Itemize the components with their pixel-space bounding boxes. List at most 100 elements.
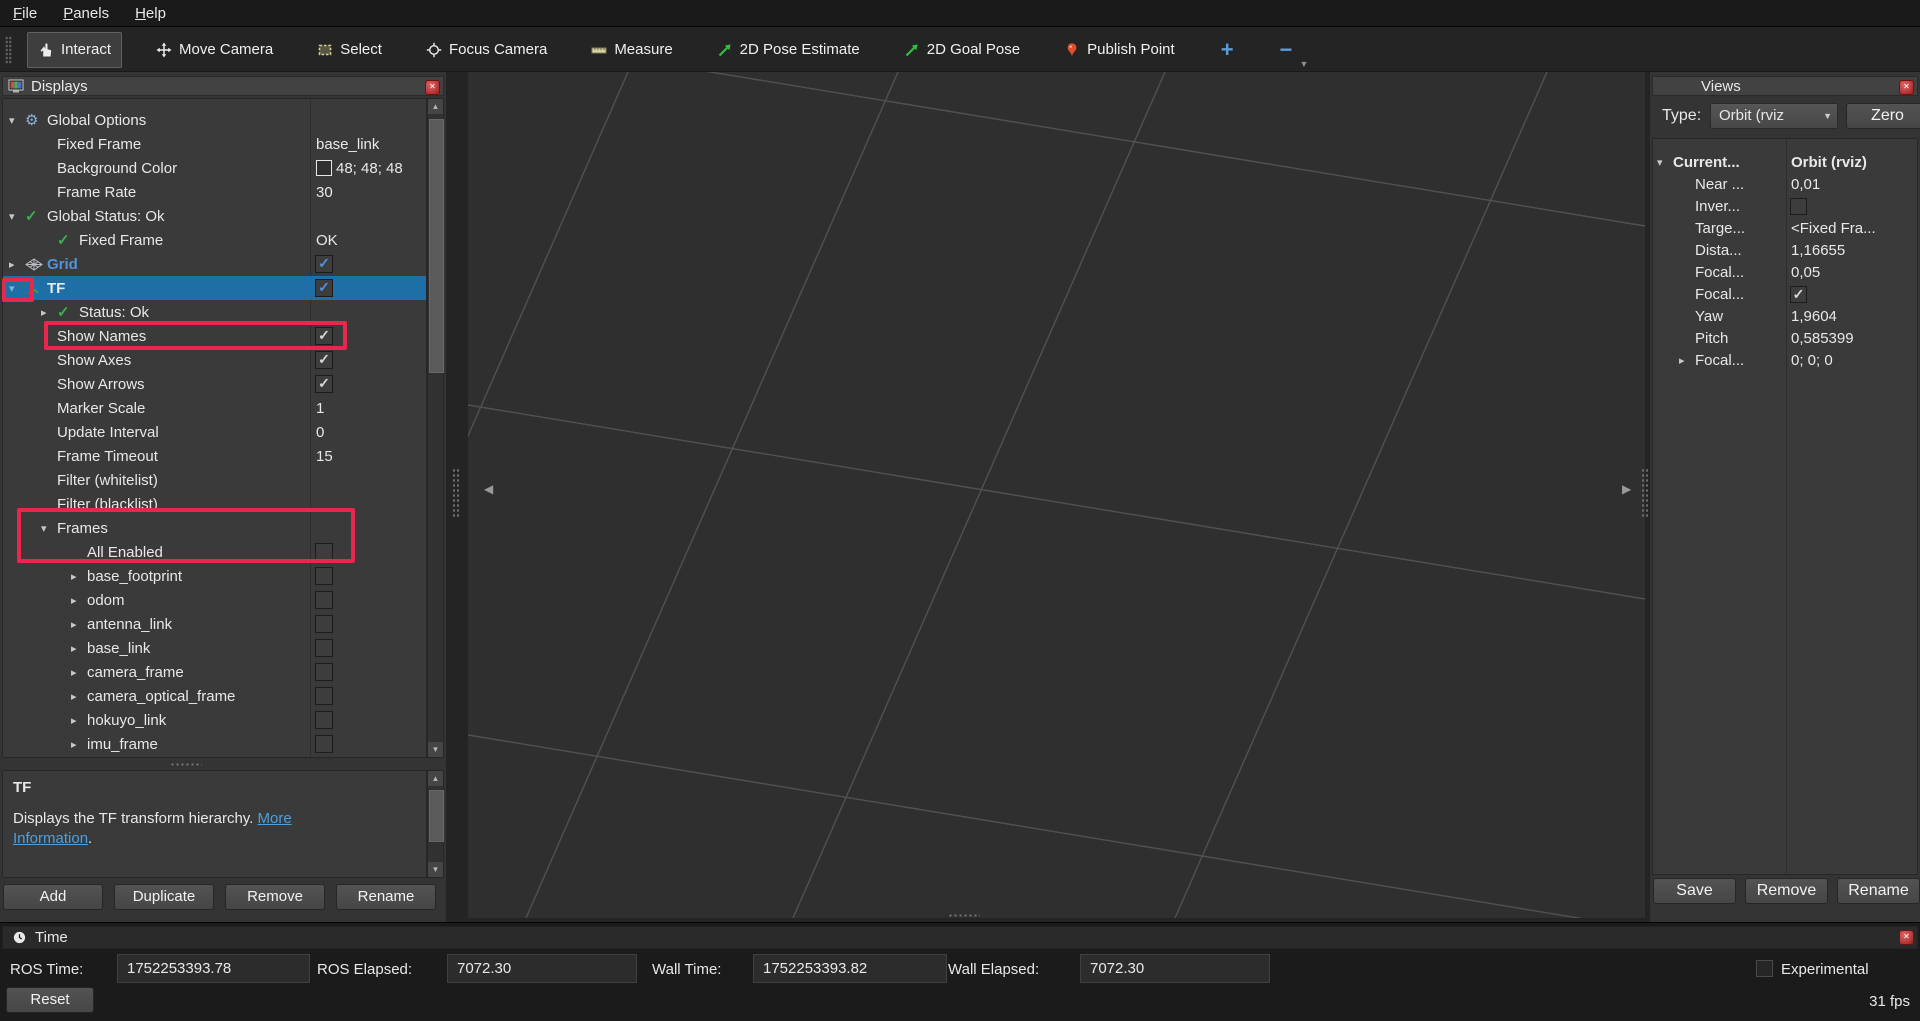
tool-2d-goal-pose[interactable]: 2D Goal Pose (894, 33, 1030, 67)
splitter-handle-bottom[interactable] (948, 913, 980, 918)
expand-arrow-icon[interactable]: ▸ (71, 642, 87, 655)
checkbox[interactable] (315, 711, 333, 729)
tool-publish-point[interactable]: Publish Point (1054, 33, 1185, 67)
rename-button[interactable]: Rename (336, 884, 436, 910)
view-property-yaw[interactable]: Yaw1,9604 (1653, 305, 1917, 327)
view-type-dropdown[interactable]: Orbit (rviz ▼ (1710, 103, 1838, 129)
display-row-base-footprint[interactable]: ▸base_footprint (3, 564, 426, 588)
reset-button[interactable]: Reset (6, 987, 94, 1013)
tool-interact[interactable]: Interact (27, 32, 122, 68)
tool-focus-camera[interactable]: Focus Camera (416, 33, 557, 67)
display-row-show-axes[interactable]: Show Axes (3, 348, 426, 372)
property-value[interactable]: 0,01 (1791, 176, 1917, 193)
expand-arrow-icon[interactable]: ▸ (71, 594, 87, 607)
display-row-odom[interactable]: ▸odom (3, 588, 426, 612)
display-row-base-link[interactable]: ▸base_link (3, 636, 426, 660)
view-property-targe[interactable]: Targe...<Fixed Fra... (1653, 217, 1917, 239)
wall-elapsed-value[interactable]: 7072.30 (1080, 954, 1270, 983)
collapse-right-icon[interactable] (1622, 482, 1631, 496)
scrollbar-thumb[interactable] (429, 790, 444, 842)
display-row-global-status-ok[interactable]: ▾✓Global Status: Ok (3, 204, 426, 228)
checkbox[interactable] (315, 567, 333, 585)
property-value[interactable]: Orbit (rviz) (1791, 154, 1917, 171)
splitter-handle-left[interactable] (452, 468, 460, 518)
checkbox[interactable] (1790, 198, 1807, 215)
menu-file[interactable]: File (13, 5, 37, 22)
expand-arrow-icon[interactable]: ▸ (71, 690, 87, 703)
property-value[interactable]: <Fixed Fra... (1791, 220, 1917, 237)
scroll-up-icon[interactable] (428, 771, 443, 786)
checkbox[interactable] (315, 591, 333, 609)
display-row-update-interval[interactable]: Update Interval0 (3, 420, 426, 444)
scrollbar-thumb[interactable] (429, 119, 444, 373)
display-row-tf[interactable]: ▾TF (3, 276, 426, 300)
tool-measure[interactable]: Measure (581, 33, 682, 67)
checkbox[interactable] (315, 663, 333, 681)
expand-arrow-icon[interactable]: ▸ (71, 714, 87, 727)
zero-button[interactable]: Zero (1846, 103, 1920, 129)
add-tool-button[interactable]: + (1221, 37, 1234, 63)
toolbar-drag-handle[interactable] (5, 36, 12, 64)
property-value[interactable]: 1 (316, 400, 424, 417)
checkbox[interactable] (315, 375, 333, 393)
panel-resize-handle[interactable] (170, 762, 202, 767)
expand-arrow-icon[interactable]: ▾ (1657, 156, 1673, 169)
view-property-focal[interactable]: Focal... (1653, 283, 1917, 305)
display-row-filter-whitelist[interactable]: Filter (whitelist) (3, 468, 426, 492)
property-value[interactable]: 30 (316, 184, 424, 201)
property-value[interactable]: base_link (316, 136, 424, 153)
display-row-background-color[interactable]: Background Color48; 48; 48 (3, 156, 426, 180)
ros-time-value[interactable]: 1752253393.78 (117, 954, 310, 983)
property-value[interactable]: OK (316, 232, 424, 249)
display-row-fixed-frame[interactable]: Fixed Framebase_link (3, 132, 426, 156)
display-row-frame-rate[interactable]: Frame Rate30 (3, 180, 426, 204)
ros-elapsed-value[interactable]: 7072.30 (447, 954, 637, 983)
property-value[interactable]: 48; 48; 48 (316, 160, 424, 177)
checkbox[interactable] (1790, 286, 1807, 303)
views-rename-button[interactable]: Rename (1837, 878, 1920, 904)
expand-arrow-icon[interactable]: ▸ (71, 618, 87, 631)
close-icon[interactable] (1899, 930, 1914, 945)
display-row-imu-frame[interactable]: ▸imu_frame (3, 732, 426, 756)
remove-tool-button[interactable]: − ▼ (1280, 37, 1293, 63)
scroll-down-icon[interactable] (428, 742, 443, 757)
displays-tree-scrollbar[interactable] (427, 98, 444, 758)
wall-time-value[interactable]: 1752253393.82 (753, 954, 947, 983)
close-icon[interactable] (425, 80, 440, 95)
view-property-focal[interactable]: ▸Focal...0; 0; 0 (1653, 349, 1917, 371)
3d-viewport[interactable] (468, 72, 1645, 918)
scroll-down-icon[interactable] (428, 862, 443, 877)
collapse-left-icon[interactable] (484, 482, 493, 496)
display-row-frame-timeout[interactable]: Frame Timeout15 (3, 444, 426, 468)
add-button[interactable]: Add (3, 884, 103, 910)
property-value[interactable]: 15 (316, 448, 424, 465)
property-value[interactable]: 0,585399 (1791, 330, 1917, 347)
tool-select[interactable]: Select (307, 33, 392, 67)
display-row-marker-scale[interactable]: Marker Scale1 (3, 396, 426, 420)
tool-2d-pose-estimate[interactable]: 2D Pose Estimate (707, 33, 870, 67)
property-value[interactable]: 0; 0; 0 (1791, 352, 1917, 369)
property-value[interactable]: 0 (316, 424, 424, 441)
checkbox[interactable] (315, 279, 333, 297)
views-save-button[interactable]: Save (1653, 878, 1736, 904)
property-value[interactable]: 1,16655 (1791, 242, 1917, 259)
display-row-antenna-link[interactable]: ▸antenna_link (3, 612, 426, 636)
view-property-current[interactable]: ▾Current...Orbit (rviz) (1653, 151, 1917, 173)
expand-arrow-icon[interactable]: ▸ (71, 570, 87, 583)
view-property-near[interactable]: Near ...0,01 (1653, 173, 1917, 195)
expand-arrow-icon[interactable]: ▾ (9, 210, 25, 223)
view-property-pitch[interactable]: Pitch0,585399 (1653, 327, 1917, 349)
checkbox[interactable] (315, 615, 333, 633)
expand-arrow-icon[interactable]: ▾ (9, 114, 25, 127)
splitter-handle-right[interactable] (1641, 468, 1649, 518)
view-property-inver[interactable]: Inver... (1653, 195, 1917, 217)
close-icon[interactable] (1899, 80, 1914, 95)
views-remove-button[interactable]: Remove (1745, 878, 1828, 904)
description-scrollbar[interactable] (427, 770, 444, 878)
expand-arrow-icon[interactable]: ▸ (71, 738, 87, 751)
display-row-fixed-frame[interactable]: ✓Fixed FrameOK (3, 228, 426, 252)
checkbox[interactable] (315, 639, 333, 657)
checkbox[interactable] (315, 255, 333, 273)
expand-arrow-icon[interactable]: ▸ (9, 258, 25, 271)
property-value[interactable]: 0,05 (1791, 264, 1917, 281)
